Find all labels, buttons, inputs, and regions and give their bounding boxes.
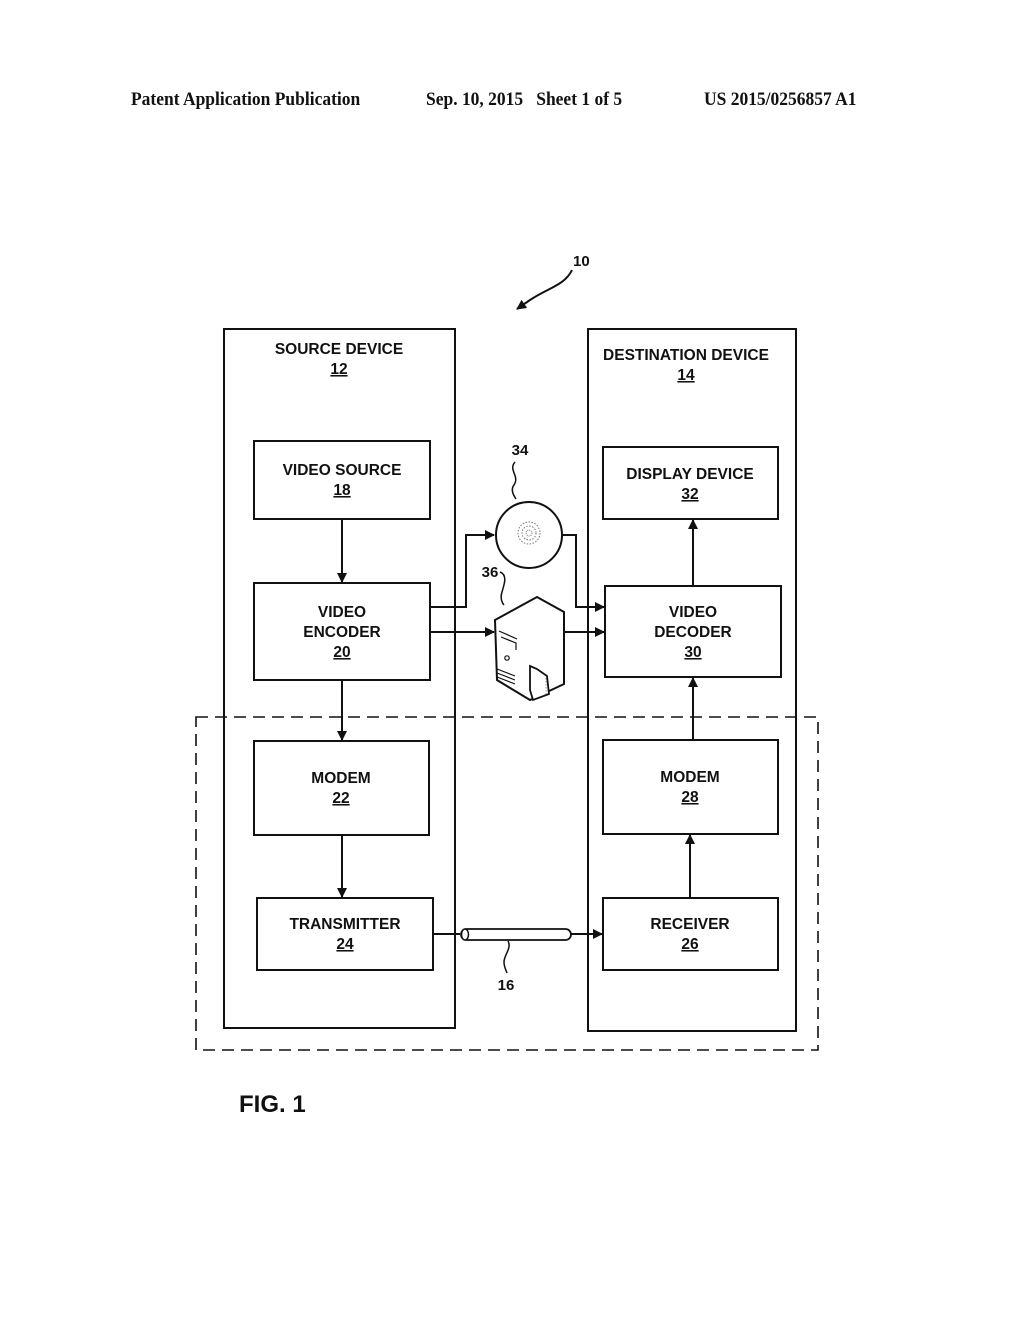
receiver-block: RECEIVER 26 — [602, 897, 779, 971]
system-ref-leader — [516, 269, 573, 310]
video-encoder-label-1: VIDEO — [318, 604, 366, 621]
system-ref-number: 10 — [573, 253, 590, 270]
channel-leader — [503, 940, 510, 974]
file-server-leader — [499, 571, 506, 606]
video-decoder-block: VIDEO DECODER 30 — [604, 585, 782, 678]
file-server: 36 — [482, 564, 565, 702]
disc-icon — [495, 501, 563, 569]
transmitter-label: TRANSMITTER — [289, 916, 400, 933]
channel-ref: 16 — [498, 977, 515, 994]
video-encoder-label-2: ENCODER — [303, 624, 381, 641]
destination-device-title: DESTINATION DEVICE — [603, 347, 769, 364]
transmitter-ref: 24 — [336, 936, 354, 953]
communication-channel: 16 — [433, 928, 603, 994]
receiver-label: RECEIVER — [650, 916, 729, 933]
modem-destination-block: MODEM 28 — [602, 739, 779, 835]
source-device-title: SOURCE DEVICE — [275, 341, 403, 358]
figure-diagram: 10 SOURCE DEVICE 12 DESTINATION DEVICE 1… — [195, 253, 819, 1118]
video-decoder-label-2: DECODER — [654, 624, 732, 641]
video-encoder-block: VIDEO ENCODER 20 — [253, 582, 431, 681]
file-server-ref: 36 — [482, 564, 499, 581]
video-source-label: VIDEO SOURCE — [283, 462, 402, 479]
transmitter-block: TRANSMITTER 24 — [256, 897, 434, 971]
modem-source-block: MODEM 22 — [253, 740, 430, 836]
storage-medium-disc: 34 — [495, 442, 563, 569]
video-encoder-ref: 20 — [333, 644, 350, 661]
modem-source-ref: 22 — [332, 790, 349, 807]
video-source-ref: 18 — [333, 482, 351, 499]
channel-cable-icon — [460, 928, 572, 941]
destination-device-ref: 14 — [677, 367, 695, 384]
video-decoder-ref: 30 — [684, 644, 701, 661]
modem-destination-label: MODEM — [660, 769, 719, 786]
video-decoder-label-1: VIDEO — [669, 604, 717, 621]
display-device-label: DISPLAY DEVICE — [626, 466, 754, 483]
arrow-storage-to-decoder — [563, 534, 605, 612]
modem-source-label: MODEM — [311, 770, 370, 787]
modem-destination-ref: 28 — [681, 789, 699, 806]
display-device-ref: 32 — [681, 486, 698, 503]
receiver-ref: 26 — [681, 936, 699, 953]
figure-label: FIG. 1 — [239, 1091, 306, 1118]
storage-medium-ref: 34 — [512, 442, 529, 459]
video-source-block: VIDEO SOURCE 18 — [253, 440, 431, 520]
display-device-block: DISPLAY DEVICE 32 — [602, 446, 779, 520]
source-device-ref: 12 — [330, 361, 347, 378]
storage-medium-leader — [511, 461, 517, 500]
